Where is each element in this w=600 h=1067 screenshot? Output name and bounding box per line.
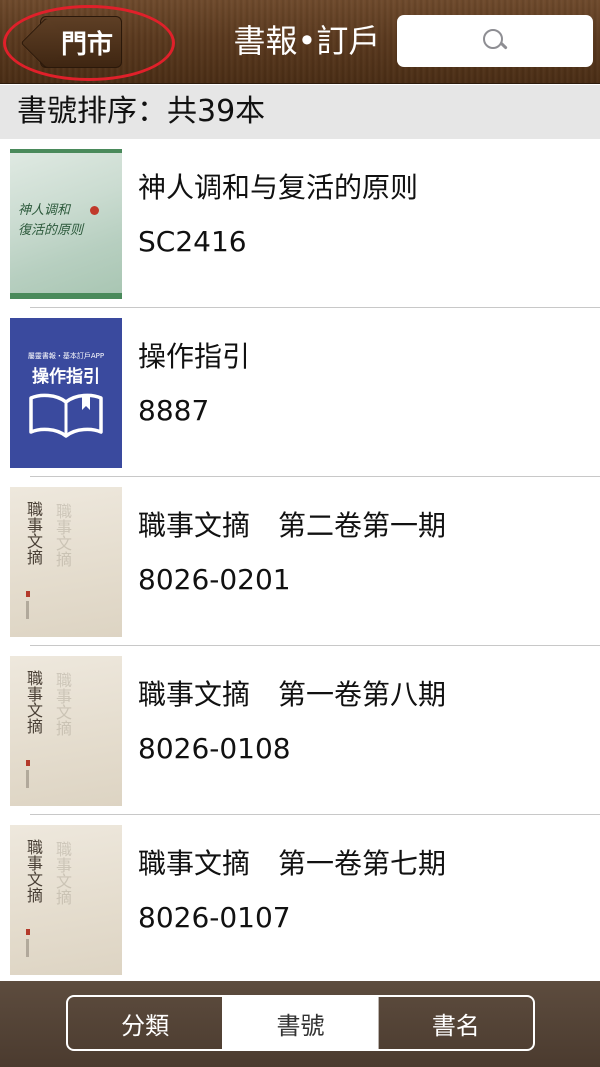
back-button-label: 門市 [60,29,113,60]
cover-subtitle: 屬靈書報・基本訂戶APP [27,352,105,360]
cover-text: 職事文摘 [24,839,43,903]
seal-mark [26,929,30,935]
book-title: 職事文摘 第一卷第八期 [138,678,447,711]
divider [30,645,600,646]
book-title: 操作指引 [138,340,251,373]
tab-book-name[interactable]: 書名 [377,997,533,1049]
open-book-icon [29,393,103,438]
cover-ghost-text: 職事文摘 [53,672,72,736]
divider [30,476,600,477]
list-item[interactable]: 屬靈書報・基本訂戶APP 操作指引 操作指引 8887 [0,309,600,477]
list-item[interactable]: 職事文摘 職事文摘 職事文摘 第一卷第七期 8026-0107 [0,816,600,984]
cover-line [26,770,29,788]
book-code: 8026-0201 [138,563,291,596]
cover-text: 職事文摘 [24,670,43,734]
search-icon [481,27,509,55]
cover-ghost-text: 職事文摘 [53,503,72,567]
list-item[interactable]: 職事文摘 職事文摘 職事文摘 第二卷第一期 8026-0201 [0,478,600,646]
list-item[interactable]: 神人调和 復活的原则 神人调和与复活的原则 SC2416 [0,140,600,308]
divider [30,307,600,308]
book-cover: 神人调和 復活的原则 [10,149,122,299]
seal-mark [26,591,30,597]
book-cover: 職事文摘 職事文摘 [10,656,122,806]
book-cover: 職事文摘 職事文摘 [10,825,122,975]
book-cover: 屬靈書報・基本訂戶APP 操作指引 [10,318,122,468]
book-title: 職事文摘 第二卷第一期 [138,509,447,542]
cover-line [26,939,29,957]
book-title: 神人调和与复活的原则 [138,171,419,204]
nav-header: 門市 書報•訂戶 [0,0,600,84]
cover-ghost-text: 職事文摘 [53,841,72,905]
bottom-toolbar: 分類 書號 書名 [0,981,600,1067]
page-title: 書報•訂戶 [233,22,381,60]
cover-title: 操作指引 [32,367,100,387]
cover-line [26,601,29,619]
cover-text-line: 神人调和 [18,203,71,218]
book-code: 8887 [138,394,210,427]
cover-text: 神人调和 復活的原则 [18,201,83,241]
book-code: 8026-0108 [138,732,291,765]
book-cover: 職事文摘 職事文摘 [10,487,122,637]
list-item[interactable]: 職事文摘 職事文摘 職事文摘 第一卷第八期 8026-0108 [0,647,600,815]
book-title: 職事文摘 第一卷第七期 [138,847,447,880]
tab-book-number[interactable]: 書號 [222,997,378,1049]
cover-text-line: 復活的原则 [18,223,84,238]
seal-mark [26,760,30,766]
book-code: 8026-0107 [138,901,291,934]
sort-status-bar: 書號排序：共39本 [0,85,600,139]
search-input[interactable] [397,15,593,67]
book-code: SC2416 [138,225,247,258]
back-button[interactable]: 門市 [40,16,122,68]
tab-category[interactable]: 分類 [68,997,222,1049]
divider [30,814,600,815]
sort-segmented-control: 分類 書號 書名 [66,995,535,1051]
seal-dot [90,206,99,215]
cover-text: 職事文摘 [24,501,43,565]
